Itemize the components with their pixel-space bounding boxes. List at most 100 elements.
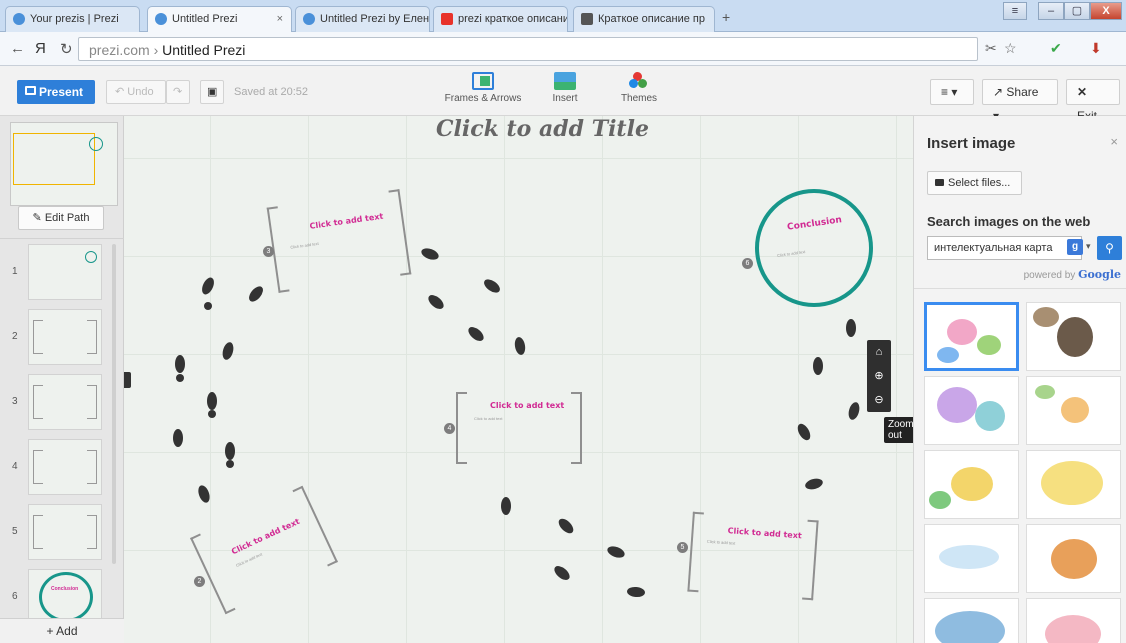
step-thumbnail: Conclusion — [28, 569, 102, 625]
google-engine-icon[interactable]: g — [1067, 239, 1083, 255]
image-result[interactable] — [924, 302, 1019, 371]
image-result[interactable] — [924, 450, 1019, 519]
step-thumbnail — [28, 504, 102, 560]
path-step-5[interactable]: 5 — [10, 504, 118, 564]
panel-close-icon[interactable]: × — [1110, 134, 1118, 149]
undo-button[interactable]: ↶ Undo — [106, 80, 166, 104]
exit-button[interactable]: ✕ Exit — [1066, 79, 1120, 123]
tab-yandex-search[interactable]: prezi краткое описани — [433, 6, 568, 32]
sidebar-scrollbar[interactable] — [112, 244, 116, 564]
saved-status: Saved at 20:52 — [234, 86, 309, 98]
step-thumbnail — [28, 309, 102, 365]
tab-kratkoe-opisanie[interactable]: Краткое описание пр — [573, 6, 715, 32]
path-step-3[interactable]: 3 — [10, 374, 118, 434]
path-step-4[interactable]: 4 — [10, 439, 118, 499]
select-files-label: Select files... — [948, 177, 1011, 189]
prezi-favicon-icon — [155, 13, 167, 25]
present-label: Present — [39, 85, 84, 99]
prezi-favicon-icon — [303, 13, 315, 25]
tab-untitled-prezi-by[interactable]: Untitled Prezi by Елен — [295, 6, 430, 32]
zoom-in-icon[interactable]: ⊕ — [867, 364, 891, 388]
tab-your-prezis[interactable]: Your prezis | Prezi — [5, 6, 140, 32]
new-tab-button[interactable]: + — [722, 9, 730, 25]
add-step-button[interactable]: + Add — [0, 618, 124, 643]
image-result[interactable] — [1026, 598, 1121, 643]
themes-label: Themes — [620, 93, 658, 104]
path-step-1[interactable]: 1 — [10, 244, 118, 304]
web-search-heading: Search images on the web — [927, 214, 1091, 229]
window-menu-button[interactable]: ≡ — [1003, 2, 1027, 20]
image-result[interactable] — [1026, 524, 1121, 593]
folder-icon — [935, 179, 944, 186]
insert-image-panel: Insert image × Select files... Search im… — [913, 116, 1126, 643]
themes-button[interactable]: Themes — [617, 72, 661, 104]
share-icon: ↗ — [993, 85, 1004, 99]
present-screen-icon — [25, 86, 36, 95]
tab-label: Untitled Prezi by Елен — [320, 13, 430, 25]
step-number: 4 — [12, 461, 18, 472]
shield-check-icon[interactable]: ✔ — [1050, 40, 1062, 57]
save-button[interactable]: ▣ — [200, 80, 224, 104]
overview-thumbnail[interactable] — [10, 122, 118, 206]
step-thumbnail-label: Conclusion — [51, 586, 79, 592]
path-sidebar: ✎ Edit Path 1 2 3 4 5 6 Conclusion + Add — [0, 116, 124, 643]
edit-path-button[interactable]: ✎ Edit Path — [18, 206, 104, 230]
prezi-toolbar: Present ↶ Undo ↷ ▣ Saved at 20:52 Frames… — [0, 66, 1126, 123]
image-result[interactable] — [1026, 302, 1121, 371]
pencil-icon: ✎ — [32, 212, 42, 224]
zoom-controls: ⌂ ⊕ ⊖ — [867, 340, 891, 412]
search-icon: ⚲ — [1105, 241, 1114, 255]
path-step-2[interactable]: 2 — [10, 309, 118, 369]
url-separator: › — [153, 42, 159, 58]
home-icon[interactable]: ⌂ — [867, 340, 891, 364]
insert-image-icon — [554, 72, 576, 90]
image-result[interactable] — [924, 376, 1019, 445]
image-search-button[interactable]: ⚲ — [1097, 236, 1122, 260]
engine-dropdown-icon[interactable]: ▾ — [1086, 241, 1091, 252]
prezi-favicon-icon — [13, 13, 25, 25]
url-page: Untitled Prezi — [162, 42, 246, 58]
yandex-favicon-icon — [441, 13, 453, 25]
bookmark-star-icon[interactable]: ☆ — [1004, 40, 1017, 57]
select-files-button[interactable]: Select files... — [927, 171, 1022, 195]
minimize-button[interactable]: – — [1038, 2, 1064, 20]
yandex-home-button[interactable]: Я — [35, 40, 46, 57]
reload-button[interactable]: ↻ — [60, 40, 73, 58]
share-button[interactable]: ↗ Share ▾ — [982, 79, 1058, 123]
tab-label: prezi краткое описани — [458, 13, 568, 25]
tab-label: Your prezis | Prezi — [30, 13, 119, 25]
back-button[interactable]: ← — [10, 40, 25, 57]
themes-palette-icon — [628, 72, 650, 90]
site-favicon-icon — [581, 13, 593, 25]
insert-button[interactable]: Insert — [545, 72, 585, 104]
image-result[interactable] — [924, 524, 1019, 593]
panel-divider — [914, 288, 1126, 289]
url-domain: prezi.com — [89, 42, 150, 58]
redo-button[interactable]: ↷ — [166, 80, 190, 104]
sidebar-divider — [0, 238, 124, 239]
step-number: 2 — [12, 331, 18, 342]
image-result[interactable] — [1026, 376, 1121, 445]
present-button[interactable]: Present — [17, 80, 95, 104]
exit-x-icon: ✕ — [1077, 85, 1088, 99]
tab-untitled-prezi[interactable]: Untitled Prezi × — [147, 6, 292, 33]
main-menu-button[interactable]: ≡ ▾ — [930, 79, 974, 105]
powered-by-google: powered by Google — [1024, 268, 1121, 281]
close-window-button[interactable]: X — [1090, 2, 1122, 20]
download-icon[interactable]: ⬇ — [1090, 40, 1102, 57]
image-search-input[interactable]: интелектуальная карта — [927, 236, 1082, 260]
frames-arrows-button[interactable]: Frames & Arrows — [443, 72, 523, 104]
prezi-canvas[interactable]: Click to add Title Click to add text Cli… — [124, 116, 913, 643]
frames-arrows-icon — [472, 72, 494, 90]
image-result[interactable] — [924, 598, 1019, 643]
zoom-out-icon[interactable]: ⊖ — [867, 388, 891, 412]
maximize-button[interactable]: ▢ — [1064, 2, 1090, 20]
url-field[interactable]: prezi.com › Untitled Prezi — [78, 37, 978, 61]
image-result[interactable] — [1026, 450, 1121, 519]
insert-label: Insert — [552, 93, 578, 104]
undo-label: Undo — [127, 86, 154, 98]
frames-arrows-label: Frames & Arrows — [444, 93, 522, 104]
tab-close-icon[interactable]: × — [277, 13, 283, 25]
step-thumbnail — [28, 439, 102, 495]
translate-icon[interactable]: ✂ — [985, 40, 997, 57]
